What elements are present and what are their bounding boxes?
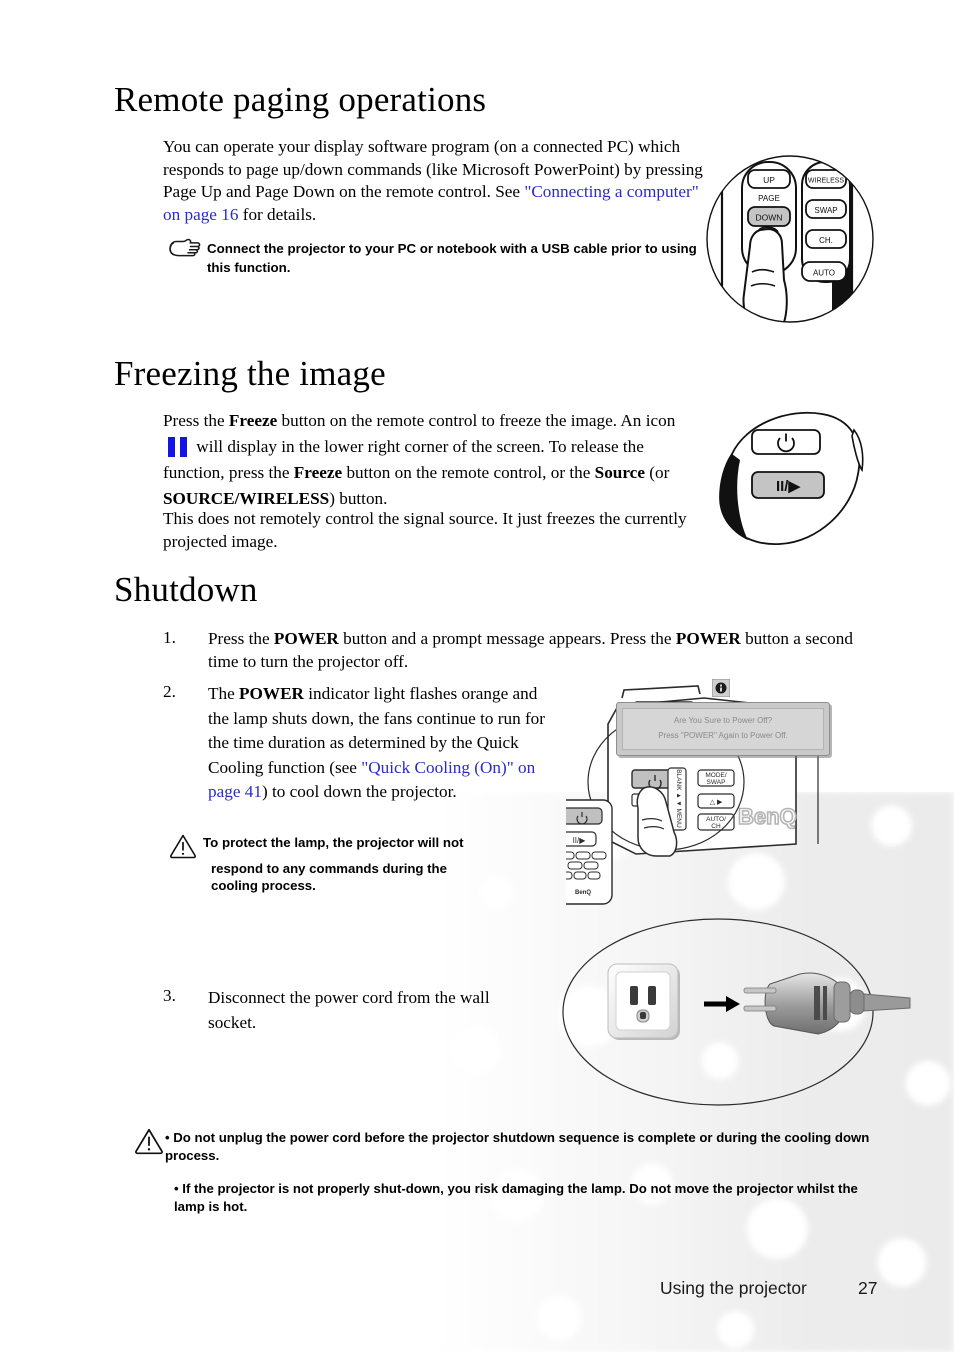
arrow-right-icon [704,996,740,1012]
step-2-bold-power: POWER [239,684,304,703]
svg-text:BenQ: BenQ [575,890,591,896]
caution-lamp-line-1: To protect the lamp, the projector will … [203,835,464,850]
step-1-bold-power-2: POWER [675,629,741,648]
bottom-note-2: • If the projector is not properly shut-… [174,1181,858,1214]
projector-control-panel-illustration: POWER TEMP ◀ BLANK ▲ ▼ MENU SOURCE/ WIRE… [553,672,916,912]
step-1-text-b: button and a prompt message appears. Pre… [338,629,676,648]
heading-freezing-the-image: Freezing the image [114,354,386,393]
svg-text:CH.: CH. [819,236,833,245]
svg-text:WIRELESS: WIRELESS [808,178,845,185]
step-2-text-a: The [208,684,240,703]
svg-text:II/▶: II/▶ [573,836,587,845]
freeze-text-a: Press the [163,411,229,430]
step-3-text: Disconnect the power cord from the wall … [208,988,490,1032]
warning-triangle-icon-bottom [135,1128,163,1155]
svg-text:BenQ: BenQ [738,804,797,829]
bottom-note-1: • Do not unplug the power cord before th… [165,1130,870,1163]
caution-lamp-line-3: cooling process. [211,878,316,893]
wall-socket-unplug-illustration [558,912,918,1112]
pointing-hand-icon [169,238,201,257]
svg-text:SWAP: SWAP [814,206,837,215]
svg-text:II/▶: II/▶ [776,478,802,495]
freeze-text-f: button on the remote control, or the [342,463,595,482]
caution-lamp-line-2: respond to any commands during the [211,861,447,876]
step-1-text-a: Press the [208,629,274,648]
freeze-bold-freeze-1: Freeze [228,411,278,430]
svg-text:SWAP: SWAP [707,779,726,786]
freeze-pause-icon [168,437,187,463]
svg-text:CH: CH [711,823,721,830]
footer-page-number: 27 [858,1278,878,1298]
remote-control-freeze-button-illustration: II/▶ [706,402,872,562]
osd-info-icon [711,678,731,702]
freeze-text-h: (or [644,463,670,482]
heading-shutdown: Shutdown [114,570,258,609]
svg-text:PAGE: PAGE [758,194,780,203]
step-1-number: 1. [163,628,176,647]
paragraph-freeze-instructions: Press the Freeze button on the remote co… [163,408,703,512]
svg-text:MODE/: MODE/ [705,772,727,779]
step-1-text: Press the POWER button and a prompt mess… [208,628,868,673]
svg-text:AUTO: AUTO [813,269,835,278]
step-2-text-c: ) to cool down the projector. [261,782,457,801]
freeze-text-j: ) button. [329,489,388,508]
step-2-number: 2. [163,682,176,701]
svg-text:UP: UP [763,175,775,185]
note-usb-cable: Connect the projector to your PC or note… [207,241,697,275]
svg-text:▼ MENU: ▼ MENU [675,800,682,828]
remote-control-page-buttons-illustration: UP PAGE DOWN WIRELESS SWAP CH. AUTO [704,144,880,334]
freeze-bold-freeze-2: Freeze [293,463,343,482]
warning-triangle-icon-lamp [169,834,197,859]
manual-page: Remote paging operations You can operate… [0,0,954,1352]
paragraph-freeze-note: This does not remotely control the signa… [163,509,687,551]
svg-text:DOWN: DOWN [756,213,783,223]
osd-line-1: Are You Sure to Power Off? [673,716,773,725]
paragraph-remote-paging: You can operate your display software pr… [163,136,703,226]
svg-text:BLANK ▲: BLANK ▲ [675,769,682,799]
svg-text:AUTO/: AUTO/ [706,816,726,823]
freeze-text-c: button on the remote control to freeze t… [277,411,676,430]
heading-remote-paging-operations: Remote paging operations [114,80,487,119]
osd-line-2: Press "POWER" Again to Power Off. [658,731,788,740]
step-2-text: The POWER indicator light flashes orange… [208,682,553,805]
freeze-bold-source: Source [594,463,645,482]
step-3-number: 3. [163,986,176,1005]
osd-power-off-prompt: Are You Sure to Power Off? Press "POWER"… [616,702,830,756]
footer-section-label: Using the projector [660,1278,807,1298]
freeze-bold-source-wireless: SOURCE/WIRELESS [163,489,330,508]
svg-text:△ ▶: △ ▶ [710,799,723,806]
step-1-bold-power-1: POWER [273,629,339,648]
paragraph-remote-paging-text-b: for details. [238,204,317,224]
